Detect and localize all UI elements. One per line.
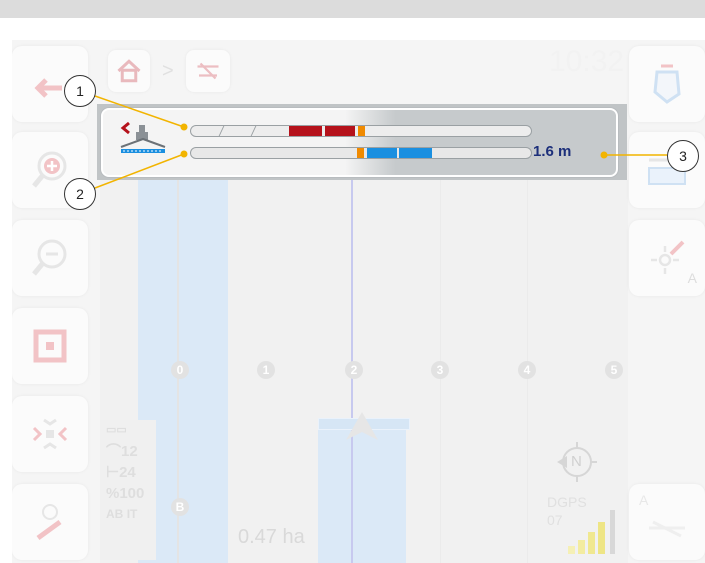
callout-2: 2 — [64, 178, 96, 210]
callout-3: 3 — [667, 140, 699, 172]
callout-leaders — [94, 95, 667, 189]
callout-1: 1 — [64, 75, 96, 107]
